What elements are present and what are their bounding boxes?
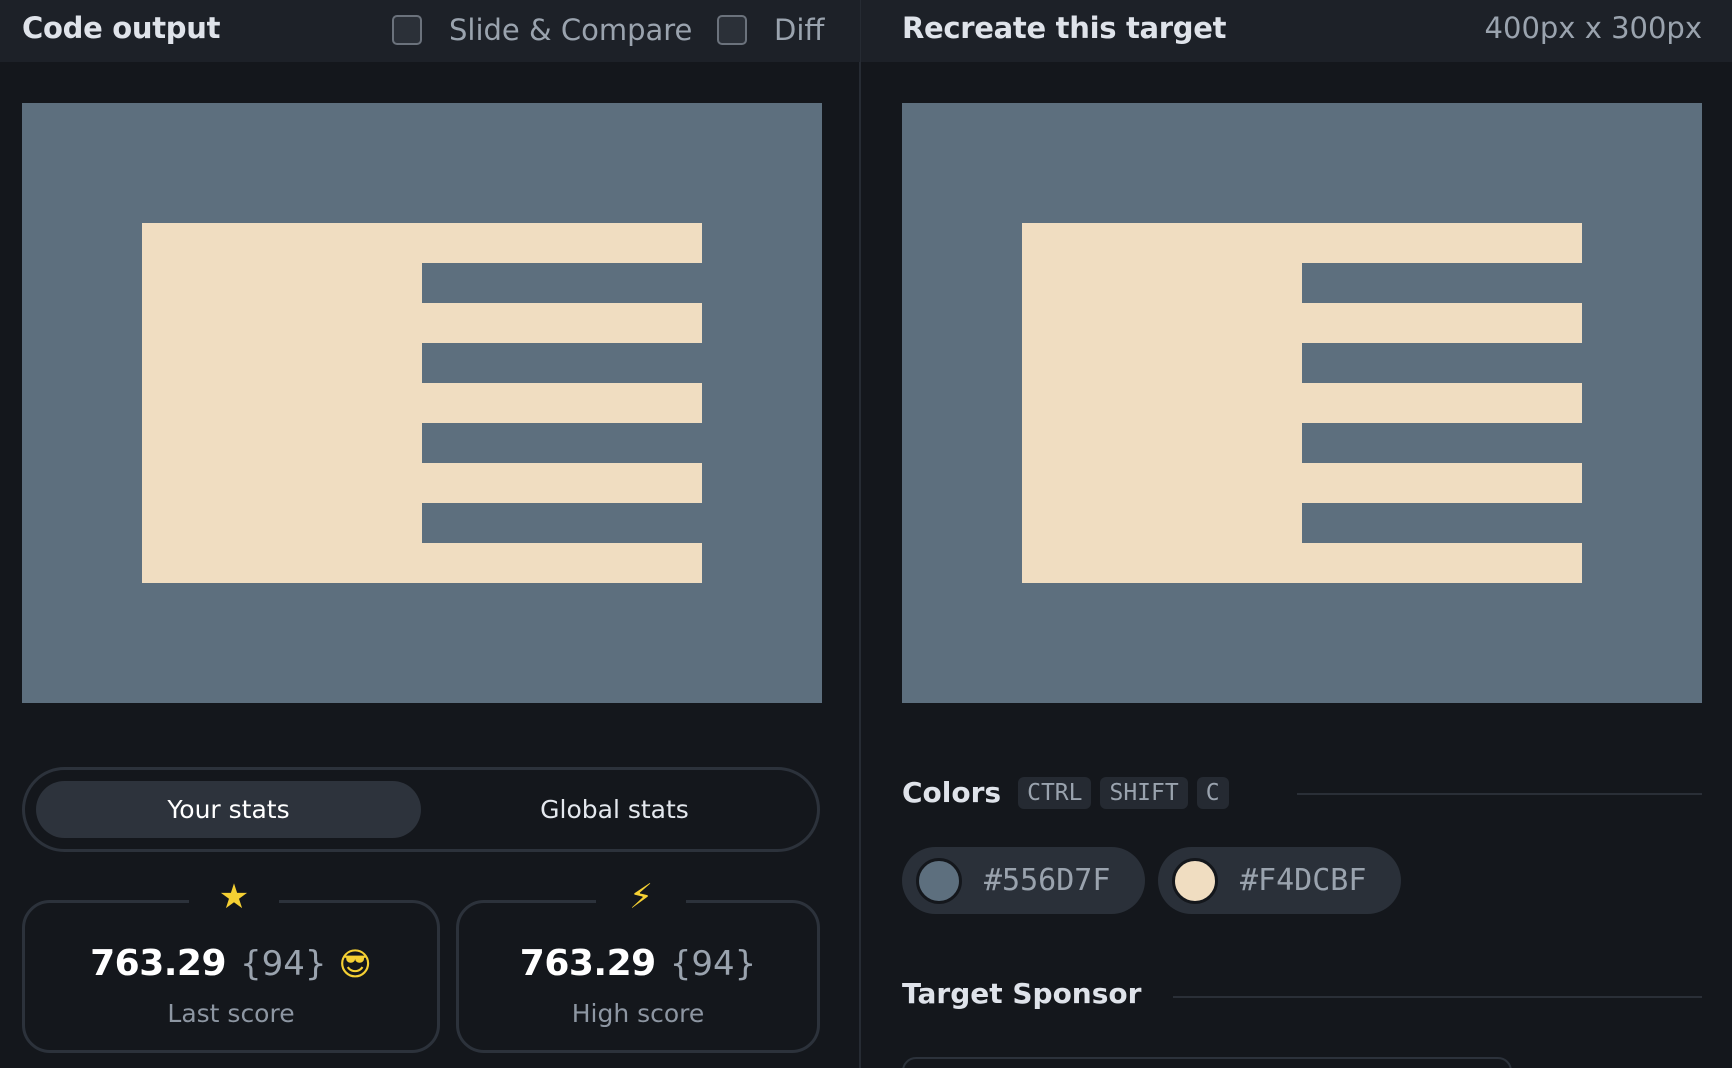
code-output-panel: Code output Slide & Compare Diff Your st… (0, 0, 860, 1068)
code-output-title: Code output (22, 11, 221, 45)
swatch-hex-slate[interactable]: #556D7F (984, 863, 1110, 898)
sponsor-card[interactable] (902, 1057, 1512, 1068)
shortcut-key-c: C (1196, 776, 1229, 809)
shortcut-key-ctrl: CTRL (1018, 776, 1092, 809)
sunglasses-emoji-icon: 😎 (338, 945, 372, 983)
output-art-stripe (422, 343, 702, 383)
swatch-hex-cream[interactable]: #F4DCBF (1240, 863, 1366, 898)
sponsor-title: Target Sponsor (902, 977, 1142, 1010)
slide-compare-toggle[interactable]: Slide & Compare (392, 13, 692, 47)
target-canvas[interactable] (902, 103, 1702, 703)
diff-label[interactable]: Diff (774, 13, 824, 47)
tab-your-stats[interactable]: Your stats (36, 781, 421, 838)
target-dimensions: 400px x 300px (1484, 11, 1702, 45)
colors-title: Colors (902, 776, 1002, 809)
high-score-label: High score (571, 999, 705, 1028)
output-canvas[interactable] (22, 103, 822, 703)
color-swatch-cream[interactable]: #F4DCBF (1158, 847, 1401, 914)
target-art-stripe (1302, 503, 1582, 543)
output-art-stripe (422, 423, 702, 463)
last-score-label: Last score (167, 999, 295, 1028)
sponsor-divider (1173, 996, 1702, 998)
target-art-stripe (1302, 343, 1582, 383)
output-art-stripe (422, 503, 702, 543)
output-art-stripe (422, 263, 702, 303)
sponsor-section-header: Target Sponsor (902, 977, 1141, 1010)
tab-global-stats[interactable]: Global stats (422, 781, 807, 838)
target-art-stripe (1302, 423, 1582, 463)
shortcut-key-shift: SHIFT (1100, 776, 1188, 809)
colors-divider (1297, 793, 1702, 795)
lightning-icon-wrap: ⚡ (596, 880, 686, 915)
color-swatch-slate[interactable]: #556D7F (902, 847, 1145, 914)
target-header: Recreate this target 400px x 300px (861, 0, 1732, 62)
high-score-count: {94} (669, 944, 757, 984)
last-score-count: {94} (240, 944, 327, 984)
swatch-dot-cream (1172, 857, 1218, 904)
last-score-value-row: 763.29 {94} 😎 (25, 943, 437, 984)
last-score-card: ★ 763.29 {94} 😎 Last score (22, 880, 440, 1053)
code-output-header: Code output Slide & Compare Diff (0, 0, 860, 62)
high-score-value-row: 763.29 {94} (459, 943, 817, 984)
high-score-card: ⚡ 763.29 {94} High score (456, 880, 820, 1053)
target-title: Recreate this target (902, 11, 1227, 45)
lightning-icon: ⚡ (629, 877, 653, 917)
slide-compare-checkbox[interactable] (392, 15, 422, 45)
diff-checkbox[interactable] (717, 15, 747, 45)
slide-compare-label[interactable]: Slide & Compare (449, 13, 692, 47)
star-icon: ★ (218, 877, 250, 917)
diff-toggle[interactable]: Diff (717, 13, 824, 47)
star-icon-wrap: ★ (189, 880, 279, 915)
target-panel: Recreate this target 400px x 300px Color… (861, 0, 1732, 1068)
high-score-value: 763.29 (519, 943, 656, 984)
swatch-dot-slate (916, 857, 962, 904)
last-score-value: 763.29 (90, 943, 227, 984)
colors-section-header: Colors CTRL SHIFT C (902, 776, 1229, 809)
target-art-stripe (1302, 263, 1582, 303)
stats-tab-switcher: Your stats Global stats (22, 767, 820, 852)
